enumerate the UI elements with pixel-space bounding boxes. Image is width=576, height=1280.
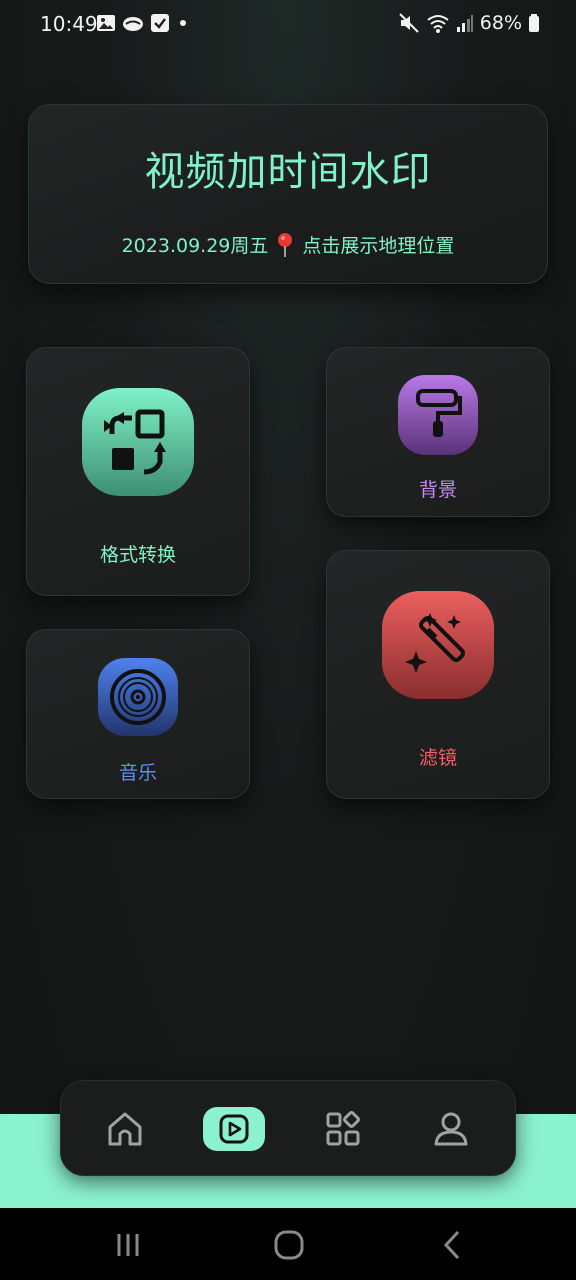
music-card[interactable]: 音乐 <box>26 629 250 799</box>
nav-apps[interactable] <box>321 1107 365 1151</box>
location-pin-icon[interactable] <box>274 232 296 258</box>
nav-home[interactable] <box>103 1107 147 1151</box>
home-icon <box>108 1112 142 1146</box>
checkbox-icon <box>151 14 169 32</box>
filter-card[interactable]: 滤镜 <box>326 550 550 799</box>
date-text: 2023.09.29周五 <box>121 235 269 257</box>
cloud-icon <box>123 17 143 31</box>
header-card: 视频加时间水印 2023.09.29周五 点击展示地理位置 <box>28 104 548 284</box>
filter-label: 滤镜 <box>418 747 457 769</box>
user-icon <box>434 1112 468 1146</box>
grid-icon <box>326 1111 360 1146</box>
paint-roller-icon <box>416 389 462 437</box>
status-bar: 10:49 68% <box>0 0 576 48</box>
battery-icon <box>529 14 539 32</box>
location-link[interactable]: 点击展示地理位置 <box>302 231 454 258</box>
music-tile <box>98 658 178 736</box>
format-convert-label: 格式转换 <box>99 544 176 566</box>
nav-profile[interactable] <box>429 1107 473 1151</box>
battery-percent: 68% <box>479 12 522 34</box>
filter-tile <box>382 591 494 699</box>
vinyl-disc-icon <box>110 669 166 725</box>
background-tile <box>398 375 478 455</box>
image-icon <box>97 15 115 31</box>
play-icon <box>219 1114 249 1144</box>
page-title: 视频加时间水印 <box>144 149 432 195</box>
format-convert-tile <box>82 388 194 496</box>
signal-icon <box>456 15 473 32</box>
background-card[interactable]: 背景 <box>326 347 550 517</box>
magic-wand-icon <box>405 613 465 673</box>
date-location-row[interactable]: 2023.09.29周五 点击展示地理位置 <box>29 231 547 258</box>
bottom-nav <box>60 1080 516 1176</box>
status-time: 10:49 <box>40 12 98 36</box>
format-convert-icon <box>104 409 166 475</box>
system-home-icon[interactable] <box>272 1228 306 1262</box>
format-convert-card[interactable]: 格式转换 <box>26 347 250 596</box>
system-status-icons: 68% <box>398 12 540 34</box>
music-label: 音乐 <box>118 762 157 784</box>
back-icon[interactable] <box>436 1228 470 1262</box>
dot-icon <box>180 20 186 26</box>
mute-icon <box>399 13 419 33</box>
nav-video[interactable] <box>203 1107 265 1151</box>
wifi-icon <box>427 15 449 33</box>
system-nav-bar <box>0 1208 576 1280</box>
background-label: 背景 <box>418 479 457 501</box>
notification-icons <box>96 13 190 33</box>
recent-apps-icon[interactable] <box>112 1228 146 1262</box>
